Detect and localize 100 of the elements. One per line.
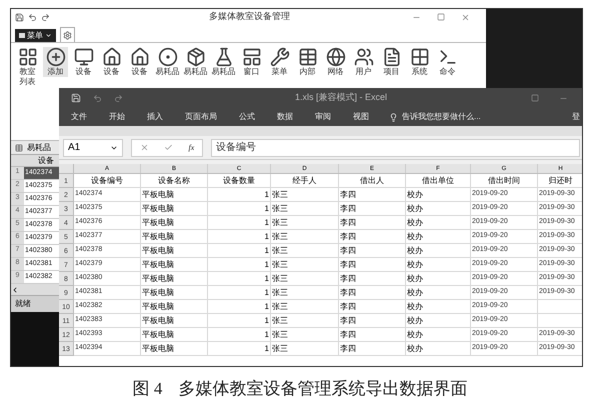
window-icon	[242, 47, 262, 67]
cancel-icon[interactable]	[140, 143, 149, 152]
table-cell: 李四	[339, 244, 406, 258]
ribbon-button[interactable]: 添加	[43, 47, 68, 77]
ribbon-button[interactable]: 设备	[71, 47, 96, 77]
menu-button[interactable]: 菜单	[15, 29, 56, 42]
ribbon-button[interactable]: 命令	[435, 47, 460, 77]
ribbon-tab[interactable]: 文件	[71, 111, 87, 123]
flask-icon	[214, 47, 234, 67]
ribbon-button[interactable]: 网络	[323, 47, 348, 77]
table-cell: 张三	[271, 300, 339, 314]
table-cell: 李四	[339, 230, 406, 244]
ribbon-button[interactable]: 易耗品	[155, 47, 180, 77]
ribbon-tab[interactable]: 公式	[239, 111, 255, 123]
ribbon-tab[interactable]: 页面布局	[185, 111, 217, 123]
table-cell: 1	[208, 202, 271, 216]
table-cell: 1	[208, 188, 271, 202]
table-cell: 校办	[406, 286, 471, 300]
table-cell: 借出人	[339, 174, 406, 188]
ribbon-button[interactable]: 窗口	[239, 47, 264, 77]
ribbon-tab[interactable]: 审阅	[315, 111, 331, 123]
lightbulb-icon	[389, 112, 398, 122]
settings-tab[interactable]	[60, 27, 75, 42]
plus-icon	[46, 47, 66, 67]
table-cell: 张三	[271, 244, 339, 258]
table-cell: 李四	[339, 328, 406, 342]
undo-icon[interactable]	[28, 12, 37, 22]
gear-icon	[63, 30, 72, 40]
ribbon-button[interactable]: 系统	[407, 47, 432, 77]
table-cell: 平板电脑	[141, 314, 208, 328]
ribbon-tab[interactable]: 开始	[109, 111, 125, 123]
scroll-left-icon[interactable]	[11, 286, 19, 294]
table-cell: 李四	[339, 258, 406, 272]
ribbon-tab[interactable]: 插入	[147, 111, 163, 123]
table-cell: 李四	[339, 216, 406, 230]
enter-icon[interactable]	[164, 143, 174, 152]
grid-icon	[18, 47, 38, 67]
users-icon	[354, 47, 374, 67]
table-cell: 校办	[406, 328, 471, 342]
table-cell: 1	[208, 272, 271, 286]
ribbon-button[interactable]: 内部	[295, 47, 320, 77]
table-cell: 校办	[406, 216, 471, 230]
close-icon[interactable]	[461, 12, 470, 22]
table-cell: 设备数量	[208, 174, 271, 188]
table-icon	[298, 47, 318, 67]
table-cell: 借出单位	[406, 174, 471, 188]
table-cell: 平板电脑	[141, 188, 208, 202]
ribbon-button[interactable]: 设备	[99, 47, 124, 77]
table-cell: 1	[208, 314, 271, 328]
table-cell: 平板电脑	[141, 216, 208, 230]
table-cell: 李四	[339, 188, 406, 202]
table-cell: 张三	[271, 272, 339, 286]
ribbon-display-icon[interactable]	[531, 94, 539, 102]
ribbon-button[interactable]: 设备	[127, 47, 152, 77]
ribbon-button[interactable]: 易耗品	[183, 47, 208, 77]
ribbon-button[interactable]: 教室 列表	[15, 47, 40, 87]
table-cell: 平板电脑	[141, 258, 208, 272]
ribbon-button[interactable]: 易耗品	[211, 47, 236, 77]
table-cell: 平板电脑	[141, 286, 208, 300]
document-icon	[382, 47, 402, 67]
insert-function-button[interactable]: fx	[188, 142, 194, 154]
save-icon[interactable]	[15, 12, 24, 22]
window-title: 多媒体教室设备管理	[209, 10, 290, 24]
table-cell: 平板电脑	[141, 244, 208, 258]
window-title: 1.xls [兼容模式] - Excel	[295, 91, 388, 104]
table-cell: 李四	[339, 286, 406, 300]
ribbon-tab[interactable]: 数据	[277, 111, 293, 123]
figure-label: 图 4	[132, 378, 162, 400]
redo-icon[interactable]	[41, 12, 50, 22]
table-cell: 1	[208, 300, 271, 314]
ribbon-button[interactable]: 项目	[379, 47, 404, 77]
sign-in-link[interactable]: 登	[572, 111, 582, 123]
caret-icon	[45, 32, 52, 39]
maximize-icon[interactable]	[437, 13, 445, 21]
table-cell: 张三	[271, 230, 339, 244]
table-cell: 平板电脑	[141, 272, 208, 286]
document-tab[interactable]: 易耗品	[27, 142, 51, 154]
table-cell: 1	[208, 328, 271, 342]
table-cell: 设备名称	[141, 174, 208, 188]
circles-icon	[158, 47, 178, 67]
table-cell: 校办	[406, 202, 471, 216]
table-cell: 借出时间	[471, 174, 538, 188]
table-cell: 1	[208, 258, 271, 272]
table-cell: 张三	[271, 258, 339, 272]
ribbon-button[interactable]: 菜单	[267, 47, 292, 77]
table-cell: 校办	[406, 258, 471, 272]
table-cell: 设备编号	[74, 174, 141, 188]
package-icon	[186, 47, 206, 67]
ribbon-tab[interactable]: 视图	[353, 111, 369, 123]
house-icon	[130, 47, 150, 67]
tell-me-field[interactable]: 告诉我您想要做什么...	[402, 111, 481, 123]
table-cell: 平板电脑	[141, 300, 208, 314]
table-cell: 1	[208, 286, 271, 300]
ribbon-button[interactable]: 用户	[351, 47, 376, 77]
table-cell: 校办	[406, 188, 471, 202]
formula-field[interactable]: 设备编号	[211, 138, 580, 156]
name-box[interactable]: A1	[63, 138, 123, 156]
table-cell: 校办	[406, 272, 471, 286]
table-cell: 平板电脑	[141, 202, 208, 216]
table-cell: 张三	[271, 314, 339, 328]
